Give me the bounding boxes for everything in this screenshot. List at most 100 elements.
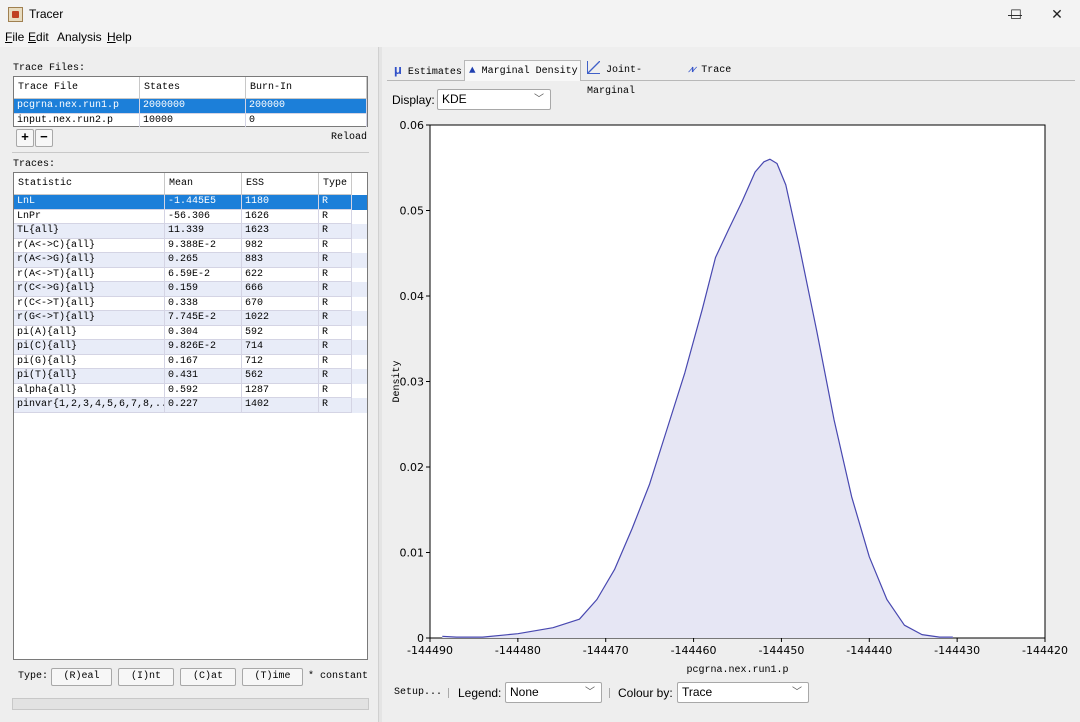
trace-ess: 670 bbox=[242, 296, 319, 311]
setup-button[interactable]: Setup... bbox=[394, 687, 442, 698]
column-statistic[interactable]: Statistic bbox=[14, 173, 165, 195]
marginal-density-chart: 0 0.01 0.02 0.03 0.04 0.05 0.06 -144490 -144480-… bbox=[385, 112, 1075, 682]
tab-trace[interactable]: ⩘⩗ Trace bbox=[684, 60, 740, 81]
trace-file-burnin[interactable]: 0 bbox=[246, 113, 367, 127]
chevron-down-icon: ﹀ bbox=[792, 687, 802, 698]
add-trace-file-button[interactable]: + bbox=[16, 129, 34, 147]
menu-analysis[interactable]: Analysis bbox=[57, 30, 102, 44]
int-type-button[interactable]: (I)nt bbox=[118, 668, 174, 686]
trace-mean: 6.59E-2 bbox=[165, 267, 242, 282]
trace-row[interactable]: pi(C){all} 9.826E-2 714 R bbox=[14, 340, 367, 355]
maximize-button[interactable]: ☐ bbox=[993, 0, 1039, 29]
trace-statistic: r(G<->T){all} bbox=[14, 311, 165, 326]
colour-by-select[interactable]: Trace ﹀ bbox=[677, 682, 809, 703]
trace-file-states: 2000000 bbox=[140, 99, 246, 114]
reload-button[interactable]: Reload bbox=[331, 132, 367, 143]
trace-row[interactable]: r(C<->G){all} 0.159 666 R bbox=[14, 282, 367, 297]
trace-mean: 0.159 bbox=[165, 282, 242, 297]
trace-icon: ⩘⩗ bbox=[688, 65, 697, 76]
trace-mean: 0.167 bbox=[165, 354, 242, 369]
trace-type: R bbox=[319, 340, 352, 355]
x-tick-label: -144450 bbox=[758, 644, 804, 657]
trace-mean: 7.745E-2 bbox=[165, 311, 242, 326]
trace-type: R bbox=[319, 296, 352, 311]
trace-mean: 9.826E-2 bbox=[165, 340, 242, 355]
menu-file[interactable]: File bbox=[5, 30, 24, 44]
column-trace-file[interactable]: Trace File bbox=[14, 77, 140, 99]
y-axis-label: Density bbox=[391, 360, 403, 402]
trace-row[interactable]: r(A<->G){all} 0.265 883 R bbox=[14, 253, 367, 268]
tab-marginal-density[interactable]: ▲ Marginal Density bbox=[464, 60, 581, 81]
separator bbox=[609, 688, 610, 698]
trace-row[interactable]: pi(A){all} 0.304 592 R bbox=[14, 325, 367, 340]
trace-type: R bbox=[319, 325, 352, 340]
trace-file-name: pcgrna.nex.run1.p bbox=[14, 99, 140, 114]
column-ess[interactable]: ESS bbox=[242, 173, 319, 195]
trace-row[interactable]: r(C<->T){all} 0.338 670 R bbox=[14, 296, 367, 311]
trace-type: R bbox=[319, 311, 352, 326]
trace-ess: 592 bbox=[242, 325, 319, 340]
traces-table[interactable]: Statistic Mean ESS Type LnL -1.445E5 1180 R… bbox=[13, 172, 368, 660]
trace-row[interactable]: r(A<->T){all} 6.59E-2 622 R bbox=[14, 267, 367, 282]
column-burn-in[interactable]: Burn-In bbox=[246, 77, 367, 99]
trace-ess: 1287 bbox=[242, 383, 319, 398]
trace-row[interactable]: LnPr -56.306 1626 R bbox=[14, 209, 367, 224]
trace-ess: 982 bbox=[242, 238, 319, 253]
trace-files-table[interactable]: Trace File States Burn-In pcgrna.nex.run… bbox=[13, 76, 368, 127]
trace-row[interactable]: LnL -1.445E5 1180 R bbox=[14, 195, 367, 210]
trace-statistic: r(C<->G){all} bbox=[14, 282, 165, 297]
density-icon: ▲ bbox=[469, 65, 476, 77]
column-states[interactable]: States bbox=[140, 77, 246, 99]
split-pane-divider[interactable] bbox=[378, 47, 382, 722]
trace-row[interactable]: r(G<->T){all} 7.745E-2 1022 R bbox=[14, 311, 367, 326]
trace-row[interactable]: r(A<->C){all} 9.388E-2 982 R bbox=[14, 238, 367, 253]
trace-row[interactable]: pi(G){all} 0.167 712 R bbox=[14, 354, 367, 369]
trace-type: R bbox=[319, 195, 352, 210]
y-tick-label: 0.05 bbox=[400, 205, 425, 218]
trace-ess: 883 bbox=[242, 253, 319, 268]
close-button[interactable]: ✕ bbox=[1034, 0, 1080, 29]
trace-file-burnin[interactable]: 200000 bbox=[246, 99, 367, 114]
trace-statistic: TL{all} bbox=[14, 224, 165, 239]
trace-type: R bbox=[319, 398, 352, 413]
legend-label: Legend: bbox=[458, 686, 502, 700]
trace-type: R bbox=[319, 267, 352, 282]
trace-mean: 11.339 bbox=[165, 224, 242, 239]
trace-file-row[interactable]: pcgrna.nex.run1.p 2000000 200000 bbox=[14, 99, 367, 114]
trace-type: R bbox=[319, 354, 352, 369]
trace-mean: 9.388E-2 bbox=[165, 238, 242, 253]
separator bbox=[448, 688, 449, 698]
menu-help[interactable]: Help bbox=[107, 30, 132, 44]
menu-edit[interactable]: Edit bbox=[28, 30, 49, 44]
menu-bar: File Edit Analysis Help bbox=[0, 29, 1080, 47]
display-select[interactable]: KDE ﹀ bbox=[437, 89, 551, 110]
trace-row[interactable]: alpha{all} 0.592 1287 R bbox=[14, 383, 367, 398]
trace-mean: 0.431 bbox=[165, 369, 242, 384]
colour-by-label: Colour by: bbox=[618, 686, 673, 700]
trace-ess: 1626 bbox=[242, 209, 319, 224]
column-type[interactable]: Type bbox=[319, 173, 352, 195]
trace-mean: 0.304 bbox=[165, 325, 242, 340]
horizontal-scrollbar[interactable] bbox=[12, 698, 369, 710]
trace-row[interactable]: pinvar{1,2,3,4,5,6,7,8,... 0.227 1402 R bbox=[14, 398, 367, 413]
trace-ess: 1022 bbox=[242, 311, 319, 326]
cat-type-button[interactable]: (C)at bbox=[180, 668, 236, 686]
trace-row[interactable]: TL{all} 11.339 1623 R bbox=[14, 224, 367, 239]
column-mean[interactable]: Mean bbox=[165, 173, 242, 195]
trace-file-row[interactable]: input.nex.run2.p 10000 0 bbox=[14, 113, 367, 127]
x-tick-label: -144470 bbox=[583, 644, 629, 657]
trace-ess: 1180 bbox=[242, 195, 319, 210]
trace-statistic: r(C<->T){all} bbox=[14, 296, 165, 311]
real-type-button[interactable]: (R)eal bbox=[51, 668, 112, 686]
trace-statistic: pi(G){all} bbox=[14, 354, 165, 369]
trace-row[interactable]: pi(T){all} 0.431 562 R bbox=[14, 369, 367, 384]
remove-trace-file-button[interactable]: − bbox=[35, 129, 53, 147]
trace-mean: 0.592 bbox=[165, 383, 242, 398]
y-tick-label: 0.06 bbox=[400, 119, 425, 132]
tab-joint-marginal[interactable]: Joint-Marginal bbox=[583, 60, 681, 97]
trace-type: R bbox=[319, 224, 352, 239]
trace-statistic: r(A<->G){all} bbox=[14, 253, 165, 268]
legend-select[interactable]: None ﹀ bbox=[505, 682, 602, 703]
tab-estimates[interactable]: μ Estimates bbox=[390, 60, 462, 81]
time-type-button[interactable]: (T)ime bbox=[242, 668, 303, 686]
